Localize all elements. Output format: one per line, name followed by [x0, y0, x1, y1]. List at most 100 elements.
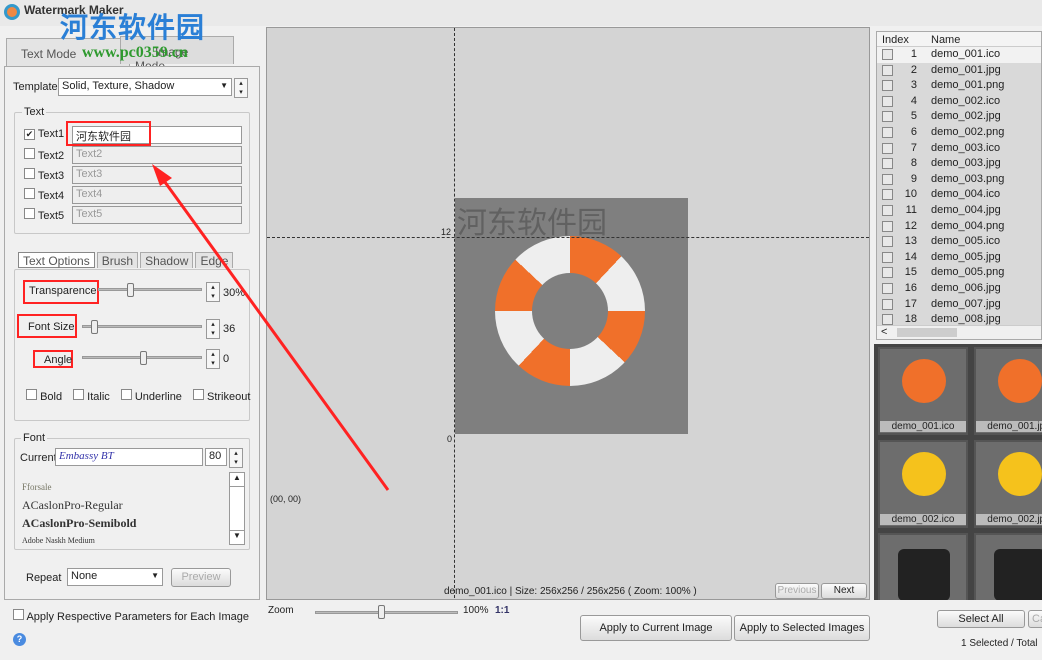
row-checkbox[interactable]	[882, 127, 893, 138]
table-row[interactable]: 3 demo_001.png	[877, 78, 1041, 94]
bold-checkbox[interactable]: Bold	[26, 389, 62, 403]
preview-button[interactable]: Preview	[171, 568, 231, 587]
row-checkbox[interactable]	[882, 314, 893, 326]
font-size-field[interactable]: 80	[205, 448, 227, 466]
row-checkbox[interactable]	[882, 251, 893, 263]
horizontal-scrollbar[interactable]: <	[877, 325, 1041, 339]
table-row[interactable]: 11 demo_004.jpg	[877, 203, 1041, 219]
table-row[interactable]: 7 demo_003.ico	[877, 141, 1041, 157]
table-row[interactable]: 12 demo_004.png	[877, 219, 1041, 235]
tab-shadow[interactable]: Shadow	[140, 252, 194, 268]
template-spinner[interactable]: ▴ ▾	[234, 78, 248, 98]
zoom-slider[interactable]	[315, 611, 458, 614]
text3-checkbox[interactable]: Text3	[24, 168, 64, 182]
row-checkbox[interactable]	[882, 173, 893, 185]
italic-checkbox[interactable]: Italic	[73, 389, 110, 403]
text2-input[interactable]: Text2	[72, 146, 242, 164]
thumbnail[interactable]	[974, 533, 1042, 600]
row-name: demo_007.jpg	[931, 297, 1001, 310]
help-icon[interactable]: ?	[13, 633, 26, 646]
next-button[interactable]: Next	[821, 583, 867, 599]
font-list-item[interactable]: ACaslonPro-Semibold	[22, 514, 136, 532]
thumbnail[interactable]: demo_001.ico	[878, 347, 968, 435]
thumbnail[interactable]	[878, 533, 968, 600]
text3-input[interactable]: Text3	[72, 166, 242, 184]
apply-selected-button[interactable]: Apply to Selected Images	[734, 615, 870, 641]
row-checkbox[interactable]	[882, 189, 893, 201]
font-size-field-spinner[interactable]: ▴ ▾	[229, 448, 243, 468]
transparence-slider-thumb[interactable]	[127, 283, 134, 297]
table-row[interactable]: 15 demo_005.png	[877, 265, 1041, 281]
zoom-slider-thumb[interactable]	[378, 605, 385, 619]
column-header-index[interactable]: Index	[882, 34, 909, 46]
column-header-name[interactable]: Name	[931, 34, 960, 46]
transparence-slider[interactable]	[98, 288, 202, 291]
underline-checkbox[interactable]: Underline	[120, 389, 182, 403]
row-index: 2	[910, 63, 917, 76]
row-checkbox[interactable]	[882, 236, 893, 248]
strikeout-checkbox[interactable]: Strikeout	[192, 389, 250, 403]
table-row[interactable]: 13 demo_005.ico	[877, 234, 1041, 250]
table-row[interactable]: 10 demo_004.ico	[877, 187, 1041, 203]
table-row[interactable]: 4 demo_002.ico	[877, 94, 1041, 110]
row-name: demo_008.jpg	[931, 313, 1001, 326]
repeat-select[interactable]: None ▼	[67, 568, 163, 586]
text1-checkbox[interactable]: ✔ Text1	[24, 128, 64, 140]
table-row[interactable]: 9 demo_003.png	[877, 172, 1041, 188]
template-select[interactable]: Solid, Texture, Shadow ▼	[58, 78, 232, 96]
font-list-item[interactable]: Adobe Naskh Medium	[22, 532, 136, 550]
select-all-button[interactable]: Select All	[937, 610, 1025, 628]
row-checkbox[interactable]	[882, 95, 893, 107]
table-row[interactable]: 17 demo_007.jpg	[877, 297, 1041, 313]
row-checkbox[interactable]	[882, 158, 893, 170]
tab-text-options[interactable]: Text Options	[18, 252, 95, 268]
row-checkbox[interactable]	[882, 49, 893, 60]
font-size-slider[interactable]	[82, 325, 202, 328]
font-size-spinner[interactable]: ▴ ▾	[206, 319, 220, 339]
row-checkbox[interactable]	[882, 267, 893, 279]
row-checkbox[interactable]	[882, 220, 893, 232]
table-row[interactable]: 1 demo_001.ico	[877, 47, 1041, 63]
previous-button[interactable]: Previous	[775, 583, 819, 599]
font-list-scrollbar[interactable]: ▲ ▼	[229, 472, 245, 545]
font-list-item[interactable]: ACaslonPro-Regular	[22, 496, 136, 514]
angle-spinner[interactable]: ▴ ▾	[206, 349, 220, 369]
text5-input[interactable]: Text5	[72, 206, 242, 224]
cancel-button[interactable]: Ca	[1028, 610, 1042, 628]
actual-size-button[interactable]: 1:1	[495, 605, 509, 616]
row-checkbox[interactable]	[882, 298, 893, 310]
thumbnail[interactable]: demo_001.jpg	[974, 347, 1042, 435]
row-checkbox[interactable]	[882, 142, 893, 154]
row-checkbox[interactable]	[882, 283, 893, 294]
text4-checkbox[interactable]: Text4	[24, 188, 64, 202]
guide-horizontal[interactable]	[267, 237, 869, 238]
font-list-item[interactable]: Fforsale	[22, 478, 136, 496]
row-checkbox[interactable]	[882, 111, 893, 123]
font-current-field[interactable]: Embassy BT	[55, 448, 203, 466]
text2-checkbox[interactable]: Text2	[24, 148, 64, 162]
row-checkbox[interactable]	[882, 64, 893, 76]
table-row[interactable]: 8 demo_003.jpg	[877, 156, 1041, 172]
tab-edge[interactable]: Edge	[195, 252, 234, 268]
file-list[interactable]: Index Name 1 demo_001.ico 2 demo_001.jpg…	[876, 31, 1042, 340]
table-row[interactable]: 2 demo_001.jpg	[877, 63, 1041, 79]
font-size-slider-thumb[interactable]	[91, 320, 98, 334]
angle-slider-thumb[interactable]	[140, 351, 147, 365]
thumbnail[interactable]: demo_002.ico	[878, 440, 968, 528]
guide-vertical[interactable]	[454, 28, 455, 598]
row-checkbox[interactable]	[882, 80, 893, 92]
thumbnail-panel[interactable]: demo_001.ico demo_001.jpg demo_002.ico d…	[874, 344, 1042, 600]
thumbnail[interactable]: demo_002.jpg	[974, 440, 1042, 528]
table-row[interactable]: 14 demo_005.jpg	[877, 250, 1041, 266]
table-row[interactable]: 5 demo_002.jpg	[877, 109, 1041, 125]
text5-checkbox[interactable]: Text5	[24, 208, 64, 222]
text4-input[interactable]: Text4	[72, 186, 242, 204]
apply-respective-checkbox[interactable]: Apply Respective Parameters for Each Ima…	[13, 609, 249, 623]
tab-brush[interactable]: Brush	[96, 252, 139, 268]
row-checkbox[interactable]	[882, 205, 893, 216]
font-list[interactable]: Fforsale ACaslonPro-Regular ACaslonPro-S…	[22, 478, 136, 550]
apply-current-button[interactable]: Apply to Current Image	[580, 615, 732, 641]
transparence-spinner[interactable]: ▴ ▾	[206, 282, 220, 302]
table-row[interactable]: 6 demo_002.png	[877, 125, 1041, 141]
table-row[interactable]: 16 demo_006.jpg	[877, 281, 1041, 297]
